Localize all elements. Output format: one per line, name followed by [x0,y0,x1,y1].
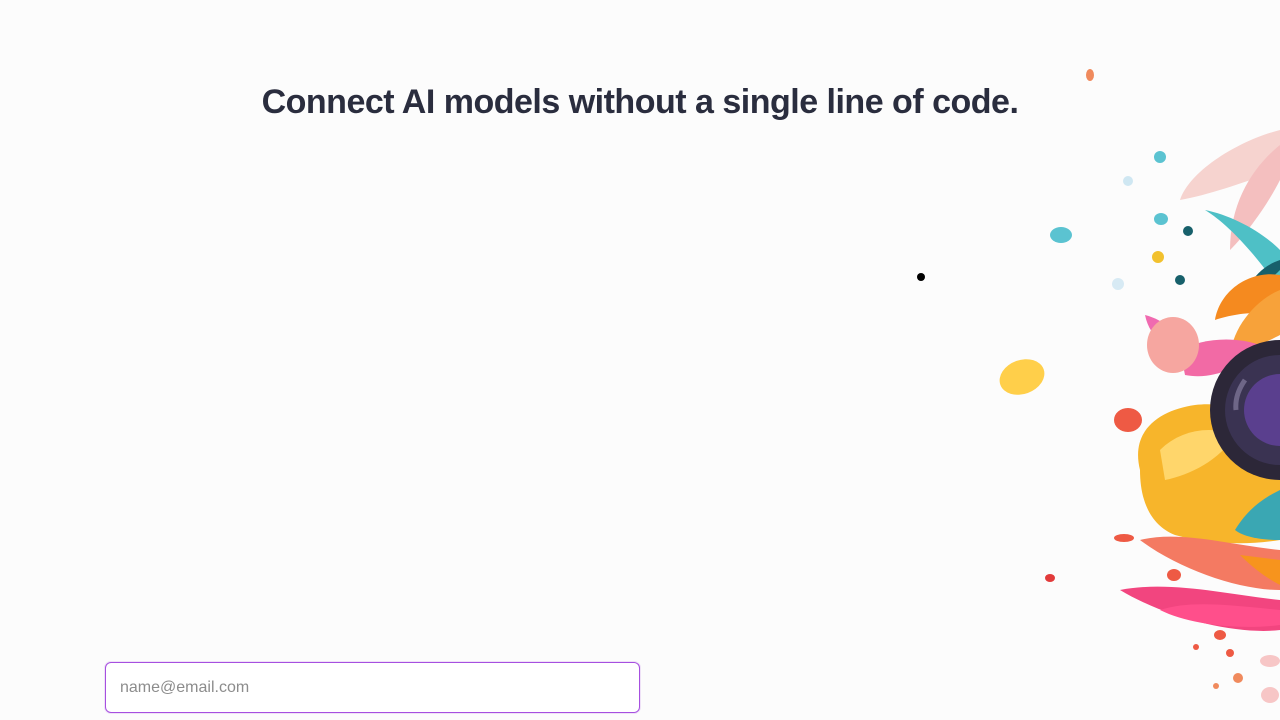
cursor-dot [917,273,925,281]
email-field[interactable] [106,663,639,712]
landing-page: Connect AI models without a single line … [0,0,1280,720]
floral-illustration [999,69,1280,703]
email-field-wrapper [105,662,640,713]
